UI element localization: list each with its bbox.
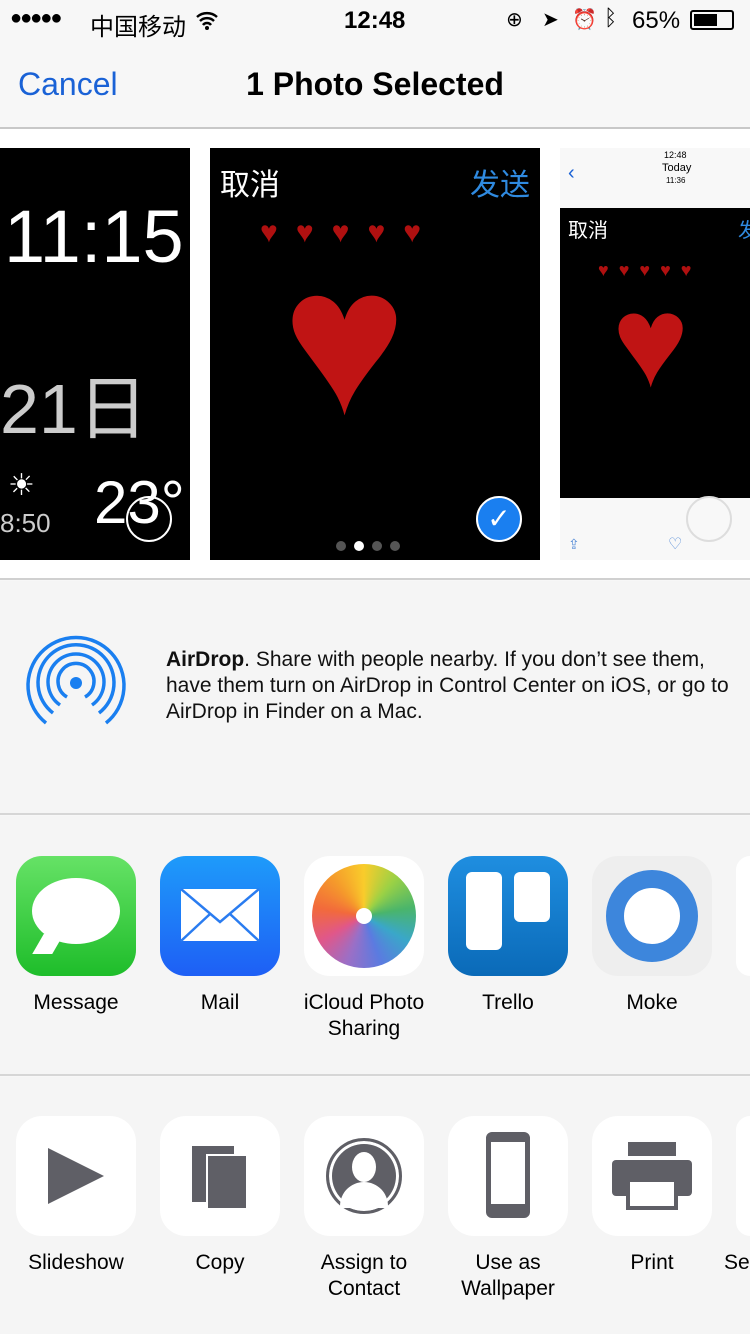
sunrise-icon: ☀ xyxy=(8,469,35,502)
photo-thumbnail[interactable]: 11:15 21日 ☀ 8:50 23° xyxy=(0,148,190,560)
action-label: Copy xyxy=(195,1251,245,1274)
photo-thumbnail[interactable]: 12:48 ‹ Today 11:36 取消 发 ♥♥♥♥♥ ♥ ⇪ ♡ xyxy=(560,148,750,560)
share-more[interactable] xyxy=(736,856,750,976)
trello-icon xyxy=(448,856,568,976)
page-dots xyxy=(332,538,404,556)
back-icon: ‹ xyxy=(568,162,575,184)
photo-text: Today xyxy=(662,162,692,174)
photos-icon xyxy=(304,856,424,976)
photo-text: 11:36 xyxy=(666,176,686,185)
photo-text: 取消 xyxy=(220,169,280,202)
alarm-icon: ⏰ xyxy=(572,9,597,31)
airdrop-title: AirDrop xyxy=(166,648,245,671)
share-moke[interactable]: Moke xyxy=(592,856,712,1014)
contact-icon xyxy=(304,1116,424,1236)
photo-text: 21日 xyxy=(0,370,148,448)
action-row: Slideshow Copy Assign to Contact Use as … xyxy=(0,1077,750,1334)
share-icloud-photo-sharing[interactable]: iCloud Photo Sharing xyxy=(304,856,424,1040)
checkmark-icon[interactable]: ✓ xyxy=(476,496,522,542)
mail-icon xyxy=(160,856,280,976)
carrier: 中国移动 xyxy=(90,14,186,41)
clock: 12:48 xyxy=(344,7,406,34)
photo-text: 8:50 xyxy=(0,508,51,538)
heart-outline-icon: ♡ xyxy=(668,536,683,553)
share-message[interactable]: Message xyxy=(16,856,136,1014)
app-label: iCloud Photo Sharing xyxy=(303,991,425,1040)
app-share-row: Message Mail iCloud Photo Sharing Trello… xyxy=(0,816,750,1076)
navigation-bar: Cancel 1 Photo Selected xyxy=(0,40,750,129)
action-slideshow[interactable]: Slideshow xyxy=(16,1116,136,1274)
bluetooth-icon: ᛒ xyxy=(604,5,618,30)
battery-percent: 65% xyxy=(632,7,681,34)
page-title: 1 Photo Selected xyxy=(246,66,504,102)
airdrop-section[interactable]: AirDrop. Share with people nearby. If yo… xyxy=(0,581,750,815)
share-icon: ⇪ xyxy=(568,536,580,552)
rotation-lock-icon: ⊕ xyxy=(506,9,523,31)
photo-strip[interactable]: 11:15 21日 ☀ 8:50 23° 取消 发送 ♥♥♥♥♥ ♥ ✓ 12:… xyxy=(0,129,750,580)
app-label: Message xyxy=(33,991,119,1014)
signal-strength: ●●●●● xyxy=(10,7,62,29)
select-circle[interactable] xyxy=(126,496,172,542)
action-label: Se xyxy=(724,1251,750,1274)
action-label: Use as Wallpaper xyxy=(461,1251,555,1300)
photo-thumbnail-selected[interactable]: 取消 发送 ♥♥♥♥♥ ♥ ✓ xyxy=(210,148,540,560)
action-label: Slideshow xyxy=(28,1251,124,1274)
app-label: Mail xyxy=(200,991,240,1014)
photo-text: 12:48 xyxy=(664,150,687,160)
battery-icon xyxy=(690,10,734,30)
copy-icon xyxy=(160,1116,280,1236)
action-label: Assign to Contact xyxy=(320,1251,408,1300)
share-trello[interactable]: Trello xyxy=(448,856,568,1014)
select-circle[interactable] xyxy=(686,496,732,542)
action-print[interactable]: Print xyxy=(592,1116,712,1274)
airdrop-icon xyxy=(26,635,126,725)
heart-icon: ♥ xyxy=(282,223,407,458)
action-label: Print xyxy=(630,1251,674,1274)
action-more[interactable]: Se xyxy=(724,1116,750,1274)
heart-icon: ♥ xyxy=(612,268,690,414)
airdrop-text: . Share with people nearby. If you don’t… xyxy=(166,648,729,723)
photo-text: 取消 xyxy=(568,220,608,242)
airdrop-description: AirDrop. Share with people nearby. If yo… xyxy=(166,647,736,725)
moke-icon xyxy=(592,856,712,976)
share-mail[interactable]: Mail xyxy=(160,856,280,1014)
status-bar: ●●●●● 中国移动 12:48 ⊕ ➤ ⏰ ᛒ 65% xyxy=(0,0,750,41)
more-app-icon xyxy=(736,856,750,976)
message-icon xyxy=(16,856,136,976)
app-label: Trello xyxy=(482,991,534,1014)
photo-content: 取消 发 ♥♥♥♥♥ ♥ xyxy=(560,208,750,498)
wifi-icon xyxy=(196,12,218,30)
photo-text: 11:15 xyxy=(4,195,184,278)
action-assign-to-contact[interactable]: Assign to Contact xyxy=(304,1116,424,1300)
location-icon: ➤ xyxy=(542,9,559,31)
action-use-as-wallpaper[interactable]: Use as Wallpaper xyxy=(448,1116,568,1300)
action-copy[interactable]: Copy xyxy=(160,1116,280,1274)
photo-text: 发送 xyxy=(470,169,530,202)
phone-icon xyxy=(448,1116,568,1236)
play-icon xyxy=(16,1116,136,1236)
app-label: Moke xyxy=(626,991,678,1014)
more-icon xyxy=(736,1116,750,1236)
printer-icon xyxy=(592,1116,712,1236)
photo-text: 发 xyxy=(738,214,750,243)
